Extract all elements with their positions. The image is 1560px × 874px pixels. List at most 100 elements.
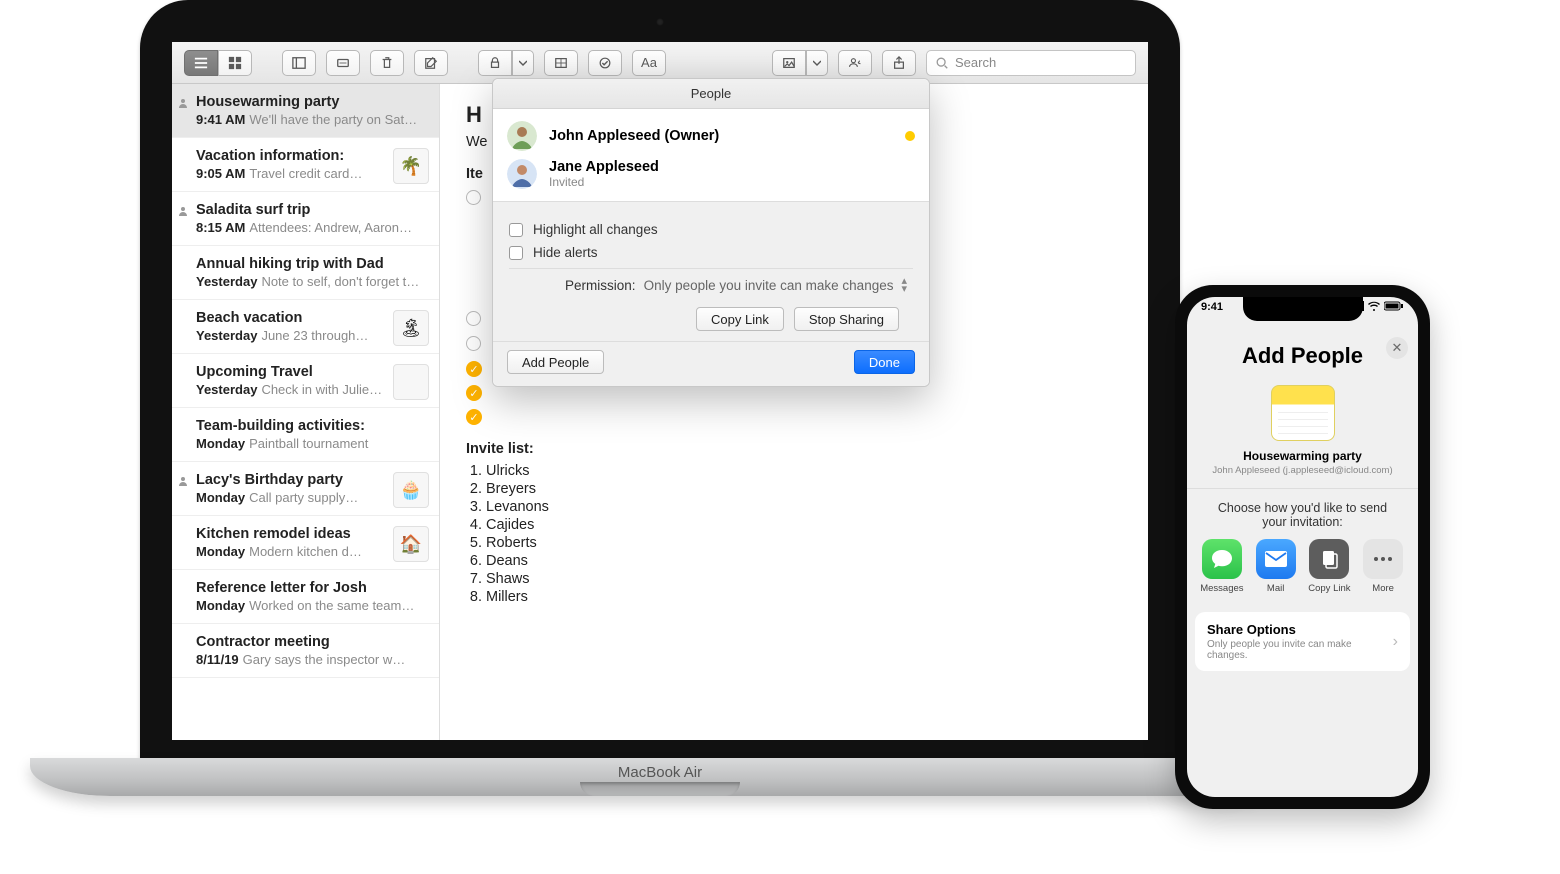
share-options-sub: Only people you invite can make changes. bbox=[1207, 639, 1393, 661]
media-button[interactable] bbox=[772, 50, 806, 76]
share-copy-link[interactable]: Copy Link bbox=[1304, 539, 1354, 594]
permission-label: Permission: bbox=[565, 278, 636, 293]
app-label: More bbox=[1372, 583, 1394, 594]
note-thumbnail: 🏠 bbox=[393, 526, 429, 562]
share-options-row[interactable]: Share Options Only people you invite can… bbox=[1195, 612, 1410, 671]
file-owner: John Appleseed (j.appleseed@icloud.com) bbox=[1187, 465, 1418, 476]
avatar-icon bbox=[507, 121, 537, 151]
lock-button[interactable] bbox=[478, 50, 512, 76]
person-row[interactable]: John Appleseed (Owner) bbox=[507, 117, 915, 155]
avatar-icon bbox=[507, 159, 537, 189]
mail-icon bbox=[1256, 539, 1296, 579]
invite-list-item: Deans bbox=[486, 553, 1122, 569]
media-menu-button[interactable] bbox=[806, 50, 828, 76]
share-via-messages[interactable]: Messages bbox=[1197, 539, 1247, 594]
people-list: John Appleseed (Owner) Jane Appleseed In… bbox=[493, 109, 929, 202]
app-label: Copy Link bbox=[1308, 583, 1350, 594]
note-title: Beach vacation bbox=[196, 310, 425, 326]
person-row[interactable]: Jane Appleseed Invited bbox=[507, 155, 915, 193]
hide-alerts-checkbox[interactable]: Hide alerts bbox=[509, 245, 913, 260]
checklist-button[interactable] bbox=[588, 50, 622, 76]
lock-menu-button[interactable] bbox=[512, 50, 534, 76]
notes-sidebar[interactable]: Housewarming party9:41 AMWe'll have the … bbox=[172, 84, 440, 740]
checkbox-icon bbox=[509, 223, 523, 237]
macbook-air-frame: Aa Search Housewarming pa bbox=[140, 0, 1180, 835]
note-list-item[interactable]: Saladita surf trip 8:15 AMAttendees: Andr… bbox=[172, 192, 439, 246]
app-label: Mail bbox=[1267, 583, 1284, 594]
delete-button[interactable] bbox=[370, 50, 404, 76]
checkbox-icon bbox=[509, 246, 523, 260]
note-meta: 8:15 AMAttendees: Andrew, Aaron… bbox=[196, 220, 425, 235]
permission-select[interactable]: Permission: Only people you invite can m… bbox=[509, 268, 913, 297]
format-button[interactable]: Aa bbox=[632, 50, 666, 76]
file-name: Housewarming party bbox=[1187, 449, 1418, 463]
trackpad-notch-icon bbox=[580, 782, 740, 796]
note-title: Saladita surf trip bbox=[196, 202, 425, 218]
note-list-item[interactable]: Vacation information:9:05 AMTravel credi… bbox=[172, 138, 439, 192]
wifi-icon bbox=[1367, 301, 1381, 311]
note-list-item[interactable]: Beach vacationYesterdayJune 23 through…🏝 bbox=[172, 300, 439, 354]
done-button[interactable]: Done bbox=[854, 350, 915, 374]
new-note-button[interactable] bbox=[414, 50, 448, 76]
editor-check[interactable]: ✓ bbox=[466, 409, 1122, 425]
view-list-button[interactable] bbox=[184, 50, 218, 76]
note-meta: MondayPaintball tournament bbox=[196, 436, 425, 451]
copy-link-button[interactable]: Copy Link bbox=[696, 307, 784, 331]
collaborate-button[interactable] bbox=[838, 50, 872, 76]
note-title: Vacation information: bbox=[196, 148, 425, 164]
sidebar-toggle-button[interactable] bbox=[282, 50, 316, 76]
note-list-item[interactable]: Contractor meeting 8/11/19Gary says the i… bbox=[172, 624, 439, 678]
iphone-frame: 9:41 ✕ Add People Housewarming party Joh… bbox=[1175, 285, 1430, 809]
note-list-item[interactable]: Annual hiking trip with DadYesterdayNote… bbox=[172, 246, 439, 300]
note-title: Lacy's Birthday party bbox=[196, 472, 425, 488]
note-meta: 8/11/19Gary says the inspector w… bbox=[196, 652, 425, 667]
close-button[interactable]: ✕ bbox=[1386, 337, 1408, 359]
share-button[interactable] bbox=[882, 50, 916, 76]
add-people-button[interactable]: Add People bbox=[507, 350, 604, 374]
note-list-item[interactable]: Upcoming TravelYesterdayCheck in with Ju… bbox=[172, 354, 439, 408]
check-icon: ✓ bbox=[466, 361, 482, 377]
invite-list-item: Ulricks bbox=[486, 463, 1122, 479]
check-icon: ✓ bbox=[466, 409, 482, 425]
attachments-button[interactable] bbox=[326, 50, 360, 76]
note-title: Kitchen remodel ideas bbox=[196, 526, 425, 542]
highlight-changes-checkbox[interactable]: Highlight all changes bbox=[509, 222, 913, 237]
popover-title: People bbox=[493, 79, 929, 109]
note-list-item[interactable]: Reference letter for JoshMondayWorked on… bbox=[172, 570, 439, 624]
mac-screen: Aa Search Housewarming pa bbox=[172, 42, 1148, 740]
note-list-item[interactable]: Kitchen remodel ideasMondayModern kitche… bbox=[172, 516, 439, 570]
search-icon bbox=[935, 56, 949, 70]
person-status: Invited bbox=[549, 175, 915, 189]
more-icon bbox=[1363, 539, 1403, 579]
note-thumbnail bbox=[393, 364, 429, 400]
note-list-item[interactable]: Team-building activities:MondayPaintball… bbox=[172, 408, 439, 462]
share-apps-row: Messages Mail Copy Link More bbox=[1187, 529, 1418, 598]
stop-sharing-button[interactable]: Stop Sharing bbox=[794, 307, 899, 331]
view-grid-button[interactable] bbox=[218, 50, 252, 76]
battery-icon bbox=[1384, 301, 1404, 311]
note-meta: 9:41 AMWe'll have the party on Sat… bbox=[196, 112, 425, 127]
editor-check[interactable]: ✓ bbox=[466, 385, 1122, 401]
shared-icon bbox=[178, 206, 188, 216]
note-meta: MondayCall party supply… bbox=[196, 490, 425, 505]
choose-instruction: Choose how you'd like to send your invit… bbox=[1187, 501, 1418, 529]
status-time: 9:41 bbox=[1201, 301, 1223, 314]
invite-list-item: Breyers bbox=[486, 481, 1122, 497]
share-via-mail[interactable]: Mail bbox=[1251, 539, 1301, 594]
invite-list-item: Cajides bbox=[486, 517, 1122, 533]
note-title: Contractor meeting bbox=[196, 634, 425, 650]
iphone-notch-icon bbox=[1243, 297, 1363, 321]
app-label: Messages bbox=[1200, 583, 1243, 594]
sheet-title: Add People bbox=[1187, 343, 1418, 369]
search-input[interactable]: Search bbox=[926, 50, 1136, 76]
note-meta: YesterdayNote to self, don't forget t… bbox=[196, 274, 425, 289]
person-name: Jane Appleseed bbox=[549, 159, 915, 175]
note-list-item[interactable]: Lacy's Birthday party MondayCall party su… bbox=[172, 462, 439, 516]
invite-list-item: Roberts bbox=[486, 535, 1122, 551]
mac-bezel: Aa Search Housewarming pa bbox=[140, 0, 1180, 760]
note-list-item[interactable]: Housewarming party9:41 AMWe'll have the … bbox=[172, 84, 439, 138]
share-more[interactable]: More bbox=[1358, 539, 1408, 594]
notes-file-icon bbox=[1271, 385, 1335, 441]
note-thumbnail: 🌴 bbox=[393, 148, 429, 184]
table-button[interactable] bbox=[544, 50, 578, 76]
